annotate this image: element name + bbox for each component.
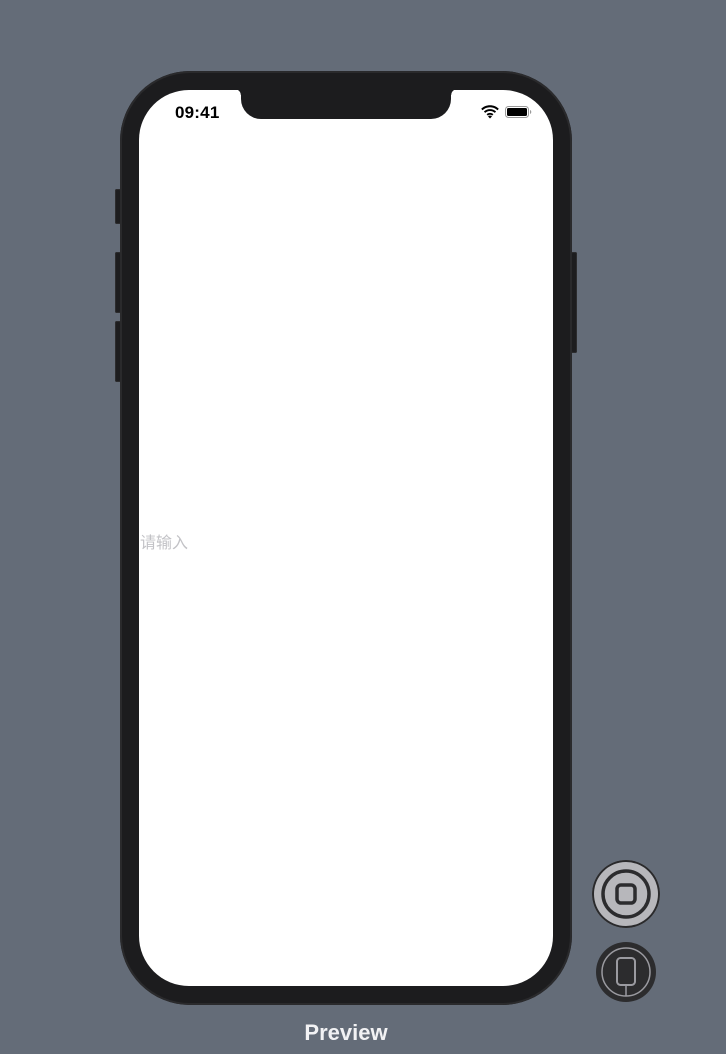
device-frame: 09:41 (120, 71, 572, 1005)
preview-label: Preview (304, 1020, 388, 1045)
status-bar-time: 09:41 (175, 103, 220, 122)
device-settings-button[interactable] (596, 942, 656, 1002)
battery-full-icon (505, 106, 532, 118)
live-preview-button[interactable] (592, 860, 660, 928)
live-preview-icon (601, 869, 651, 919)
wifi-icon (481, 105, 499, 119)
text-input[interactable] (139, 529, 440, 555)
device-screen: 09:41 (139, 90, 553, 986)
device-settings-icon (601, 947, 651, 997)
device-notch (235, 90, 457, 119)
